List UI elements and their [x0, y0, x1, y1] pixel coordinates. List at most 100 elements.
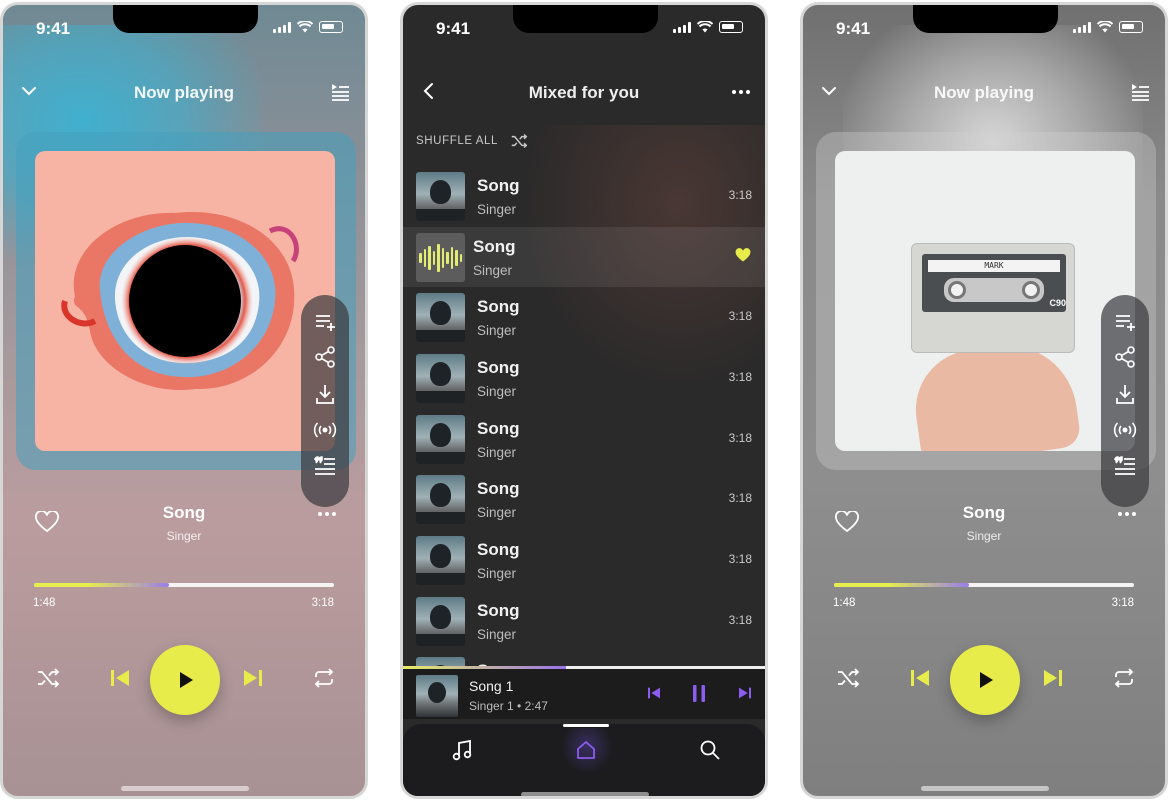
song-singer: Singer	[473, 263, 513, 278]
broadcast-icon[interactable]	[313, 420, 337, 440]
song-title: Song	[962, 503, 1006, 522]
battery-icon	[319, 21, 343, 33]
playback-controls	[803, 643, 1165, 715]
song-duration: 3:18	[728, 552, 752, 566]
status-bar: 9:41	[803, 5, 1165, 51]
shuffle-all-label: SHUFFLE ALL	[416, 135, 499, 147]
list-item[interactable]: Song Singer 3:18	[403, 530, 765, 590]
wifi-icon	[297, 21, 313, 33]
download-icon[interactable]	[314, 383, 336, 405]
status-icons	[673, 21, 743, 33]
signal-icon	[273, 21, 291, 33]
download-icon[interactable]	[1114, 383, 1136, 405]
song-thumbnail	[416, 415, 465, 464]
status-bar: 9:41	[3, 5, 365, 51]
progress-fill	[34, 583, 169, 587]
shuffle-icon	[511, 133, 528, 149]
album-art: MARK C90	[835, 151, 1135, 451]
share-icon[interactable]	[1114, 346, 1136, 368]
repeat-icon[interactable]	[1112, 667, 1136, 689]
elapsed-time: 1:48	[33, 597, 56, 609]
queue-icon[interactable]	[1129, 81, 1151, 101]
song-thumbnail	[416, 536, 465, 585]
battery-icon	[1119, 21, 1143, 33]
list-item[interactable]: Song Singer 3:18	[403, 409, 765, 469]
song-singer: Singer	[477, 627, 517, 642]
mini-player[interactable]: Song 1 Singer 1 • 2:47	[403, 669, 765, 719]
song-thumbnail	[416, 293, 465, 342]
swirl-art-image	[61, 211, 299, 391]
play-button[interactable]	[950, 645, 1020, 715]
more-options-icon[interactable]	[731, 89, 751, 95]
song-duration: 3:18	[728, 188, 752, 202]
mini-player-thumbnail	[416, 675, 458, 717]
bottom-nav	[403, 724, 765, 796]
song-title: Song	[473, 237, 516, 256]
add-to-queue-icon[interactable]	[1114, 313, 1136, 331]
page-title: Mixed for you	[528, 83, 640, 102]
previous-icon[interactable]	[108, 667, 132, 689]
broadcast-icon[interactable]	[1113, 420, 1137, 440]
shuffle-icon[interactable]	[836, 667, 860, 689]
liked-heart-icon[interactable]	[735, 248, 751, 263]
active-tab-indicator	[563, 724, 609, 727]
song-duration: 3:18	[728, 613, 752, 627]
top-bar: Mixed for you	[403, 77, 765, 107]
more-options-icon[interactable]	[317, 511, 337, 517]
list-item[interactable]: Song Singer 3:18	[403, 591, 765, 651]
lyrics-icon[interactable]	[313, 455, 337, 475]
page-title: Now playing	[933, 83, 1035, 102]
list-item-active[interactable]: Song Singer	[403, 227, 765, 287]
share-icon[interactable]	[314, 346, 336, 368]
list-item[interactable]: Song Singer 3:18	[403, 469, 765, 529]
song-title: Song	[477, 540, 520, 559]
signal-icon	[673, 21, 691, 33]
signal-icon	[1073, 21, 1091, 33]
progress-bar[interactable]	[834, 583, 1134, 587]
now-playing-screen-1: 9:41 Now playing Song Singer 1:48 3:18	[0, 2, 368, 799]
next-icon[interactable]	[241, 667, 265, 689]
song-duration: 3:18	[728, 491, 752, 505]
total-time: 3:18	[311, 597, 334, 609]
list-item[interactable]: Song Singer 3:18	[403, 348, 765, 408]
top-bar: Now playing	[3, 77, 365, 107]
song-singer: Singer	[166, 529, 202, 543]
mini-player-subtitle: Singer 1 • 2:47	[469, 699, 548, 713]
previous-icon[interactable]	[646, 685, 662, 701]
shuffle-icon[interactable]	[36, 667, 60, 689]
queue-icon[interactable]	[329, 81, 351, 101]
playback-controls	[3, 643, 365, 715]
more-options-icon[interactable]	[1117, 511, 1137, 517]
next-icon[interactable]	[737, 685, 753, 701]
cassette-reel-right	[1022, 281, 1040, 299]
equalizer-icon	[416, 233, 465, 282]
list-item[interactable]: Song Singer 3:18	[403, 287, 765, 347]
song-title: Song	[477, 601, 520, 620]
song-title: Song	[477, 358, 520, 377]
home-icon[interactable]	[575, 739, 597, 761]
tape-label-text: MARK	[928, 260, 1060, 272]
song-title: Song	[477, 176, 520, 195]
next-icon[interactable]	[1041, 667, 1065, 689]
search-icon[interactable]	[699, 739, 721, 761]
song-thumbnail	[416, 354, 465, 403]
shuffle-all-button[interactable]: SHUFFLE ALL	[416, 133, 528, 149]
pause-icon[interactable]	[691, 684, 707, 703]
cassette-label: MARK	[922, 254, 1066, 312]
tape-type-text: C90	[1049, 298, 1066, 308]
notch	[913, 5, 1058, 33]
now-playing-screen-2: 9:41 Now playing MARK C90 Song Singer 1:…	[800, 2, 1168, 799]
notch	[513, 5, 658, 33]
total-time: 3:18	[1111, 597, 1134, 609]
list-item[interactable]: Song Singer 3:18	[403, 166, 765, 226]
previous-icon[interactable]	[908, 667, 932, 689]
repeat-icon[interactable]	[312, 667, 336, 689]
progress-bar[interactable]	[34, 583, 334, 587]
wifi-icon	[697, 21, 713, 33]
play-button[interactable]	[150, 645, 220, 715]
lyrics-icon[interactable]	[1113, 455, 1137, 475]
song-singer: Singer	[477, 445, 517, 460]
song-duration: 3:18	[728, 309, 752, 323]
music-note-icon[interactable]	[451, 739, 473, 761]
add-to-queue-icon[interactable]	[314, 313, 336, 331]
